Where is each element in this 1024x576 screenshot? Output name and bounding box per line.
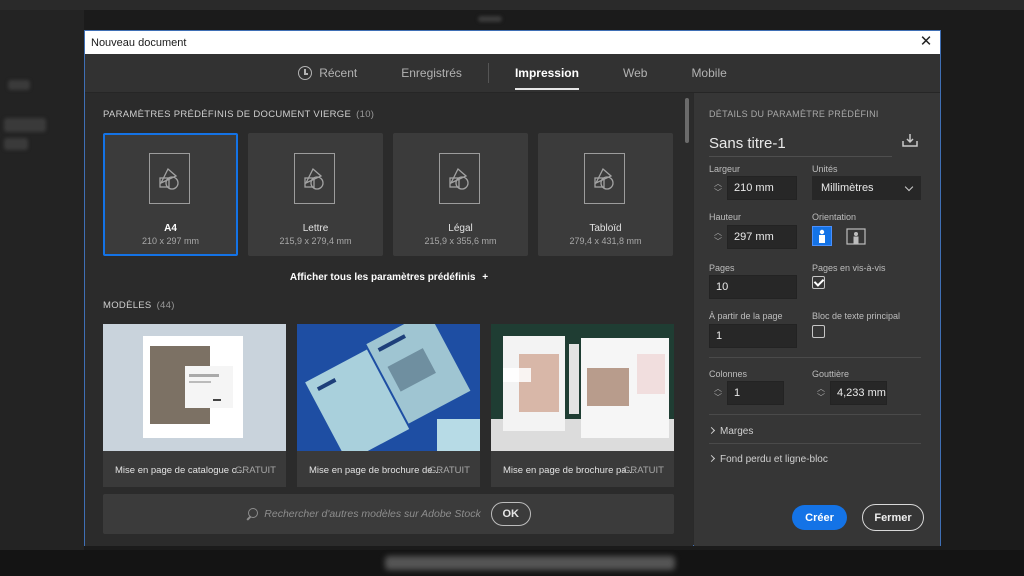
height-stepper[interactable]: ︿ ﹀ xyxy=(711,225,725,249)
preset-name: Tabloïd xyxy=(589,223,622,234)
details-heading: DÉTAILS DU PARAMÈTRE PRÉDÉFINI xyxy=(709,109,879,119)
blank-document-icon xyxy=(439,153,480,204)
preset-size: 215,9 x 279,4 mm xyxy=(279,236,352,246)
background-blur xyxy=(478,16,502,22)
presets-list: A4 210 x 297 mm Lettre 215,9 x 279,4 mm … xyxy=(103,133,673,256)
tab-saved[interactable]: Enregistrés xyxy=(401,54,462,93)
preset-a4[interactable]: A4 210 x 297 mm xyxy=(103,133,238,256)
margins-expander[interactable]: Marges xyxy=(707,426,753,437)
pages-label: Pages xyxy=(709,263,735,273)
height-input[interactable]: 297 mm xyxy=(727,225,797,249)
blank-document-icon xyxy=(584,153,625,204)
preset-name: Légal xyxy=(448,223,473,234)
template-catalog[interactable]: Mise en page de catalogue c... GRATUIT xyxy=(103,324,286,487)
height-label: Hauteur xyxy=(709,212,742,222)
chevron-right-icon xyxy=(707,426,716,435)
document-type-tabs: Récent Enregistrés Impression Web Mobile xyxy=(85,54,940,93)
new-document-dialog: Nouveau document ✕ Récent Enregistrés Im… xyxy=(84,30,941,546)
orientation-label: Orientation xyxy=(812,212,857,222)
gutter-label: Gouttière xyxy=(812,369,850,379)
template-price: GRATUIT xyxy=(623,465,664,476)
scrollbar[interactable] xyxy=(685,98,689,143)
background-blur xyxy=(4,118,46,132)
presets-panel: PARAMÈTRES PRÉDÉFINIS DE DOCUMENT VIERGE… xyxy=(85,93,693,546)
width-stepper[interactable]: ︿ ﹀ xyxy=(711,176,725,200)
document-name-field[interactable]: Sans titre-1 xyxy=(709,135,892,157)
facing-pages-checkbox[interactable] xyxy=(812,276,825,289)
background-app-menubar xyxy=(0,0,1024,10)
create-button[interactable]: Créer xyxy=(792,505,847,530)
presets-section-title: PARAMÈTRES PRÉDÉFINIS DE DOCUMENT VIERGE… xyxy=(103,109,375,120)
template-thumbnail xyxy=(297,324,480,451)
landscape-orientation-icon[interactable] xyxy=(846,226,866,246)
width-label: Largeur xyxy=(709,164,741,174)
blank-document-icon xyxy=(294,153,335,204)
background-blur xyxy=(385,556,675,570)
adobe-stock-search-bar: Rechercher d'autres modèles sur Adobe St… xyxy=(103,494,674,534)
columns-stepper[interactable]: ︿ ﹀ xyxy=(711,381,725,405)
clock-icon xyxy=(298,66,313,80)
preset-letter[interactable]: Lettre 215,9 x 279,4 mm xyxy=(248,133,383,256)
chevron-down-icon xyxy=(904,182,914,192)
show-all-presets-link[interactable]: Afficher tous les paramètres prédéfinis … xyxy=(85,272,693,283)
tab-web[interactable]: Web xyxy=(623,54,647,93)
templates-list: Mise en page de catalogue c... GRATUIT M… xyxy=(103,324,674,487)
tab-print[interactable]: Impression xyxy=(514,54,579,93)
search-icon xyxy=(246,508,259,520)
start-page-input[interactable]: 1 xyxy=(709,324,797,348)
divider xyxy=(709,414,921,415)
preset-details-panel: DÉTAILS DU PARAMÈTRE PRÉDÉFINI Sans titr… xyxy=(694,93,940,546)
template-price: GRATUIT xyxy=(235,465,276,476)
template-name: Mise en page de catalogue c... xyxy=(115,465,245,476)
preset-tabloid[interactable]: Tabloïd 279,4 x 431,8 mm xyxy=(538,133,673,256)
columns-label: Colonnes xyxy=(709,369,748,379)
background-app-panel xyxy=(0,10,84,550)
tab-recent[interactable]: Récent xyxy=(298,54,357,93)
background-blur xyxy=(8,80,30,90)
preset-size: 210 x 297 mm xyxy=(141,236,200,246)
preset-size: 279,4 x 431,8 mm xyxy=(569,236,642,246)
portrait-orientation-icon[interactable] xyxy=(812,226,832,246)
divider xyxy=(709,357,921,358)
template-thumbnail xyxy=(491,324,674,451)
preset-legal[interactable]: Légal 215,9 x 355,6 mm xyxy=(393,133,528,256)
tab-divider xyxy=(487,63,489,83)
template-name: Mise en page de brochure de... xyxy=(309,465,441,476)
template-price: GRATUIT xyxy=(429,465,470,476)
primary-text-frame-checkbox[interactable] xyxy=(812,325,825,338)
stock-search-input[interactable]: Rechercher d'autres modèles sur Adobe St… xyxy=(264,508,480,520)
facing-pages-label: Pages en vis-à-vis xyxy=(812,263,886,273)
primary-text-frame-label: Bloc de texte principal xyxy=(812,311,901,321)
chevron-right-icon xyxy=(707,454,716,463)
units-label: Unités xyxy=(812,164,838,174)
background-blur xyxy=(4,138,28,150)
tab-mobile[interactable]: Mobile xyxy=(691,54,726,93)
gutter-input[interactable]: 4,233 mm xyxy=(830,381,887,405)
columns-input[interactable]: 1 xyxy=(727,381,784,405)
divider xyxy=(709,443,921,444)
bleed-slug-expander[interactable]: Fond perdu et ligne-bloc xyxy=(707,454,828,465)
save-preset-icon[interactable] xyxy=(902,132,918,148)
start-page-label: À partir de la page xyxy=(709,311,783,321)
plus-icon: + xyxy=(482,272,489,283)
dialog-titlebar: Nouveau document ✕ xyxy=(85,31,940,54)
template-brochure-green[interactable]: Mise en page de brochure pa... GRATUIT xyxy=(491,324,674,487)
template-thumbnail xyxy=(103,324,286,451)
template-name: Mise en page de brochure pa... xyxy=(503,465,635,476)
preset-size: 215,9 x 355,6 mm xyxy=(424,236,497,246)
gutter-stepper[interactable]: ︿ ﹀ xyxy=(814,381,828,405)
preset-name: A4 xyxy=(164,223,177,234)
template-brochure-blue[interactable]: Mise en page de brochure de... GRATUIT xyxy=(297,324,480,487)
close-icon[interactable]: ✕ xyxy=(918,34,934,50)
preset-name: Lettre xyxy=(302,223,329,234)
units-dropdown[interactable]: Millimètres xyxy=(812,176,921,200)
close-button[interactable]: Fermer xyxy=(862,504,924,531)
pages-input[interactable]: 10 xyxy=(709,275,797,299)
width-input[interactable]: 210 mm xyxy=(727,176,797,200)
templates-section-title: MODÈLES (44) xyxy=(103,300,175,311)
dialog-title: Nouveau document xyxy=(91,36,187,49)
stock-search-ok-button[interactable]: OK xyxy=(490,502,531,526)
blank-document-icon xyxy=(149,153,190,204)
